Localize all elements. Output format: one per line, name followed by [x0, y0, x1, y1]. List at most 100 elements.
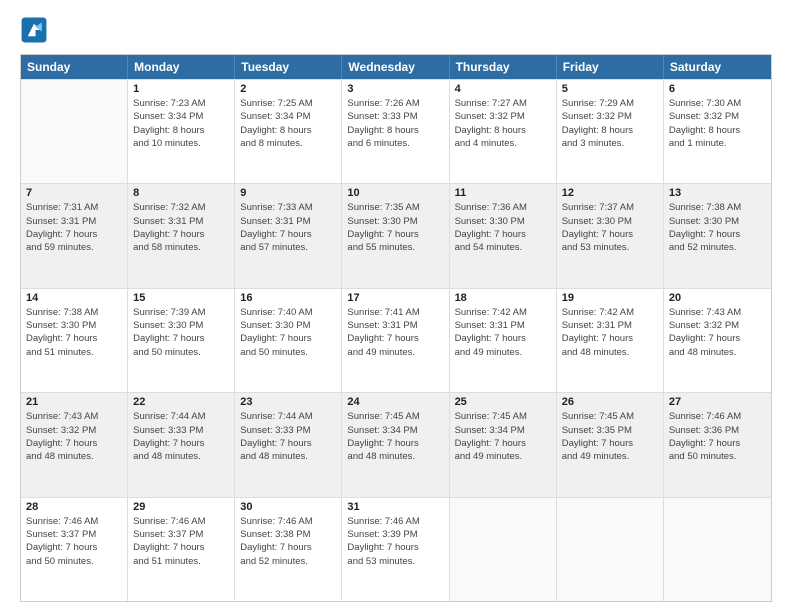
cell-line: Daylight: 8 hours [455, 124, 551, 137]
cell-line: Sunset: 3:31 PM [562, 319, 658, 332]
day-number: 11 [455, 187, 551, 199]
cell-line: Sunset: 3:32 PM [669, 319, 766, 332]
calendar-row-1: 7Sunrise: 7:31 AMSunset: 3:31 PMDaylight… [21, 183, 771, 287]
calendar-cell-4-5 [557, 498, 664, 601]
day-number: 24 [347, 396, 443, 408]
cell-line: Sunset: 3:35 PM [562, 424, 658, 437]
cell-line: Sunset: 3:33 PM [133, 424, 229, 437]
cell-line: Sunrise: 7:45 AM [347, 410, 443, 423]
day-number: 23 [240, 396, 336, 408]
day-number: 8 [133, 187, 229, 199]
cell-line: Daylight: 7 hours [347, 437, 443, 450]
calendar-cell-2-6: 20Sunrise: 7:43 AMSunset: 3:32 PMDayligh… [664, 289, 771, 392]
cell-line: Daylight: 7 hours [669, 437, 766, 450]
day-number: 12 [562, 187, 658, 199]
calendar-cell-3-6: 27 Sunrise: 7:46 AMSunset: 3:36 PMDayligh… [664, 393, 771, 496]
calendar-row-3: 21Sunrise: 7:43 AMSunset: 3:32 PMDayligh… [21, 392, 771, 496]
calendar-cell-3-3: 24Sunrise: 7:45 AMSunset: 3:34 PMDayligh… [342, 393, 449, 496]
calendar-cell-2-4: 18Sunrise: 7:42 AMSunset: 3:31 PMDayligh… [450, 289, 557, 392]
cell-line: Daylight: 7 hours [347, 541, 443, 554]
cell-line: Sunrise: 7:46 AM [133, 515, 229, 528]
cell-line: Sunrise: 7:41 AM [347, 306, 443, 319]
day-number: 22 [133, 396, 229, 408]
cell-line: Sunset: 3:30 PM [240, 319, 336, 332]
cell-line: Daylight: 7 hours [669, 332, 766, 345]
cell-line: Sunset: 3:32 PM [26, 424, 122, 437]
cell-line: Sunrise: 7:31 AM [26, 201, 122, 214]
calendar-cell-0-5: 5Sunrise: 7:29 AMSunset: 3:32 PMDaylight… [557, 80, 664, 183]
day-number: 17 [347, 292, 443, 304]
calendar-cell-3-0: 21Sunrise: 7:43 AMSunset: 3:32 PMDayligh… [21, 393, 128, 496]
cell-line: and 8 minutes. [240, 137, 336, 150]
calendar-cell-1-5: 12Sunrise: 7:37 AMSunset: 3:30 PMDayligh… [557, 184, 664, 287]
cell-line: Sunrise: 7:38 AM [26, 306, 122, 319]
cell-line: Daylight: 8 hours [347, 124, 443, 137]
cell-line: Sunrise: 7:42 AM [455, 306, 551, 319]
day-number: 30 [240, 501, 336, 513]
cell-line: and 49 minutes. [347, 346, 443, 359]
day-number: 27 [669, 396, 766, 408]
cell-line: Sunset: 3:36 PM [669, 424, 766, 437]
cell-line: Sunrise: 7:32 AM [133, 201, 229, 214]
cell-line: and 59 minutes. [26, 241, 122, 254]
cell-line: Sunset: 3:38 PM [240, 528, 336, 541]
cell-line: Sunrise: 7:43 AM [669, 306, 766, 319]
calendar-cell-2-0: 14Sunrise: 7:38 AMSunset: 3:30 PMDayligh… [21, 289, 128, 392]
cell-line: Sunset: 3:33 PM [347, 110, 443, 123]
cell-line: Daylight: 8 hours [669, 124, 766, 137]
cell-line: and 48 minutes. [669, 346, 766, 359]
calendar-cell-2-1: 15Sunrise: 7:39 AMSunset: 3:30 PMDayligh… [128, 289, 235, 392]
cell-line: Sunset: 3:37 PM [26, 528, 122, 541]
cell-line: Daylight: 7 hours [562, 228, 658, 241]
day-header-friday: Friday [557, 55, 664, 79]
calendar-cell-3-4: 25Sunrise: 7:45 AMSunset: 3:34 PMDayligh… [450, 393, 557, 496]
cell-line: Sunrise: 7:26 AM [347, 97, 443, 110]
cell-line: Sunrise: 7:44 AM [240, 410, 336, 423]
cell-line: and 50 minutes. [240, 346, 336, 359]
cell-line: and 48 minutes. [240, 450, 336, 463]
cell-line: Sunrise: 7:46 AM [26, 515, 122, 528]
cell-line: and 49 minutes. [455, 346, 551, 359]
cell-line: Sunrise: 7:27 AM [455, 97, 551, 110]
cell-line: Sunset: 3:31 PM [240, 215, 336, 228]
cell-line: Sunset: 3:30 PM [669, 215, 766, 228]
cell-line: and 55 minutes. [347, 241, 443, 254]
calendar-cell-1-4: 11Sunrise: 7:36 AMSunset: 3:30 PMDayligh… [450, 184, 557, 287]
calendar-row-2: 14Sunrise: 7:38 AMSunset: 3:30 PMDayligh… [21, 288, 771, 392]
cell-line: Sunset: 3:31 PM [26, 215, 122, 228]
cell-line: Daylight: 7 hours [133, 541, 229, 554]
cell-line: and 48 minutes. [562, 346, 658, 359]
day-number: 18 [455, 292, 551, 304]
header [20, 16, 772, 44]
calendar-cell-0-2: 2Sunrise: 7:25 AMSunset: 3:34 PMDaylight… [235, 80, 342, 183]
cell-line: Sunrise: 7:23 AM [133, 97, 229, 110]
cell-line: Sunset: 3:34 PM [455, 424, 551, 437]
cell-line: and 52 minutes. [669, 241, 766, 254]
cell-line: Sunset: 3:30 PM [455, 215, 551, 228]
cell-line: Sunrise: 7:44 AM [133, 410, 229, 423]
day-number: 31 [347, 501, 443, 513]
cell-line: Sunrise: 7:45 AM [562, 410, 658, 423]
cell-line: Sunrise: 7:46 AM [347, 515, 443, 528]
calendar-cell-2-3: 17Sunrise: 7:41 AMSunset: 3:31 PMDayligh… [342, 289, 449, 392]
cell-line: Sunrise: 7:46 AM [669, 410, 766, 423]
day-header-tuesday: Tuesday [235, 55, 342, 79]
cell-line: and 54 minutes. [455, 241, 551, 254]
cell-line: Daylight: 7 hours [347, 228, 443, 241]
calendar-cell-2-5: 19Sunrise: 7:42 AMSunset: 3:31 PMDayligh… [557, 289, 664, 392]
calendar-row-4: 28Sunrise: 7:46 AMSunset: 3:37 PMDayligh… [21, 497, 771, 601]
cell-line: Daylight: 7 hours [240, 541, 336, 554]
cell-line: Sunset: 3:34 PM [240, 110, 336, 123]
day-number: 21 [26, 396, 122, 408]
cell-line: Sunset: 3:31 PM [347, 319, 443, 332]
cell-line: Sunrise: 7:29 AM [562, 97, 658, 110]
day-number: 2 [240, 83, 336, 95]
cell-line: Sunset: 3:30 PM [133, 319, 229, 332]
logo [20, 16, 52, 44]
cell-line: Daylight: 7 hours [133, 332, 229, 345]
calendar-cell-4-0: 28Sunrise: 7:46 AMSunset: 3:37 PMDayligh… [21, 498, 128, 601]
logo-icon [20, 16, 48, 44]
calendar-body: 1Sunrise: 7:23 AMSunset: 3:34 PMDaylight… [21, 79, 771, 601]
cell-line: and 48 minutes. [26, 450, 122, 463]
cell-line: Sunset: 3:39 PM [347, 528, 443, 541]
